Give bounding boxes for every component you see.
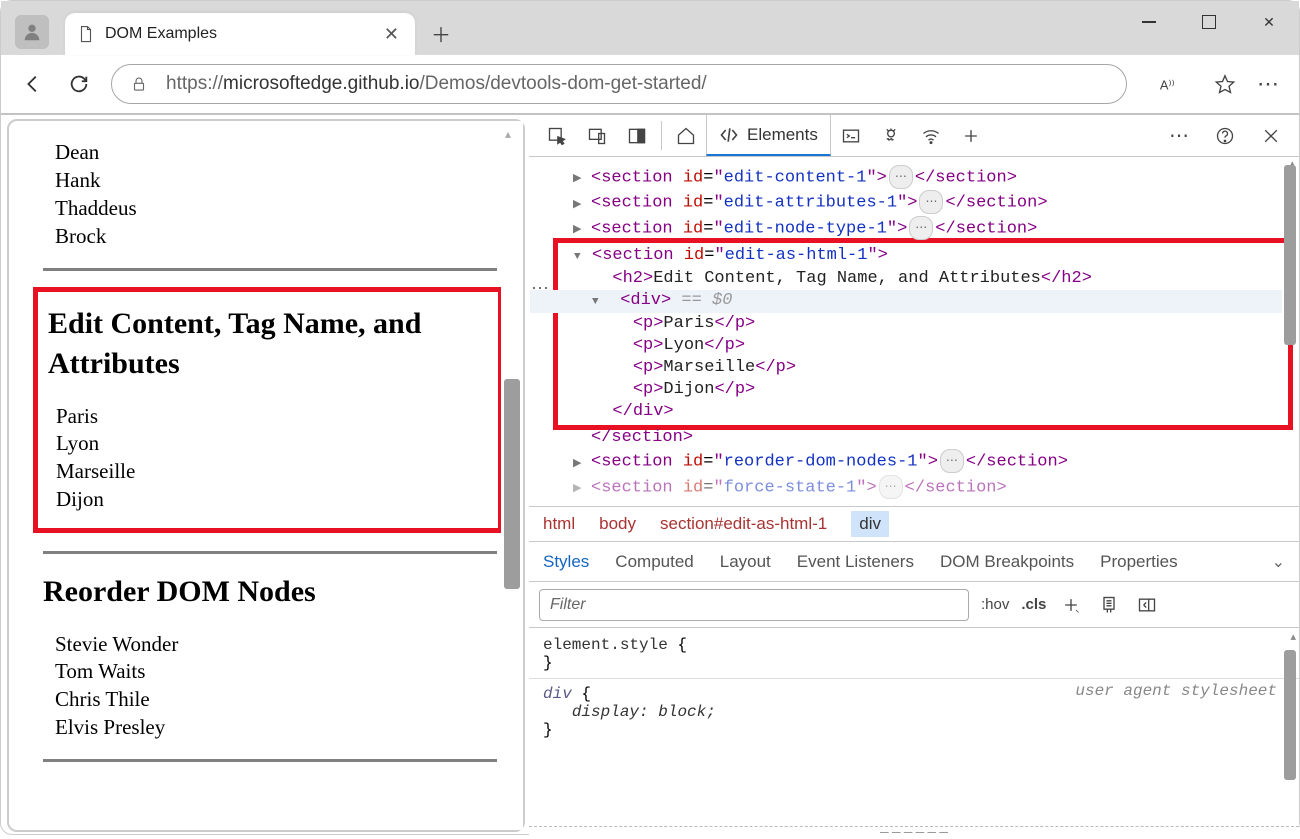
tab-properties[interactable]: Properties <box>1100 552 1177 572</box>
divider <box>43 759 497 762</box>
dom-node[interactable]: <h2>Edit Content, Tag Name, and Attribut… <box>574 268 1288 290</box>
page-icon <box>77 25 95 43</box>
list-item: Thaddeus <box>43 195 497 222</box>
address-bar: https://microsoftedge.github.io/Demos/de… <box>1 55 1299 115</box>
dom-node[interactable]: </section> <box>573 427 1299 449</box>
list-item: Dijon <box>44 486 492 513</box>
list-item: Chris Thile <box>43 686 497 713</box>
sources-tab-icon[interactable] <box>871 115 911 156</box>
section-heading: Edit Content, Tag Name, and Attributes <box>48 304 492 385</box>
close-window-button[interactable]: ✕ <box>1239 1 1299 43</box>
list-item: Elvis Presley <box>43 714 497 741</box>
section-heading: Reorder DOM Nodes <box>43 572 497 613</box>
svg-text:A⁾⁾: A⁾⁾ <box>1160 78 1175 93</box>
dom-node[interactable]: <p>Dijon</p> <box>574 379 1288 401</box>
devtools-panel: Elements ⋯ <box>529 115 1299 836</box>
divider <box>43 268 497 271</box>
dom-node[interactable]: <section id="force-state-1">⋯</section> <box>573 475 1299 500</box>
row-menu-icon[interactable]: ⋯ <box>531 278 549 300</box>
dom-node[interactable]: <section id="reorder-dom-nodes-1">⋯</sec… <box>573 449 1299 474</box>
page-scrollbar[interactable]: ▴ <box>501 121 523 830</box>
computed-styles-button[interactable] <box>1096 595 1122 615</box>
toggle-sidebar-button[interactable] <box>1134 595 1160 615</box>
refresh-button[interactable] <box>65 70 93 98</box>
styles-pane[interactable]: element.style {} div { display: block;} … <box>529 628 1299 826</box>
dom-node[interactable]: <p>Lyon</p> <box>574 335 1288 357</box>
tab-title: DOM Examples <box>105 25 380 43</box>
styles-scrollbar[interactable]: ▴ <box>1281 628 1299 826</box>
list-item: Paris <box>44 403 492 430</box>
list-item: Tom Waits <box>43 658 497 685</box>
divider <box>43 551 497 554</box>
close-devtools-button[interactable] <box>1251 126 1291 146</box>
elements-tab-label: Elements <box>747 125 818 145</box>
browser-menu-button[interactable]: ⋯ <box>1257 71 1281 97</box>
list-item: Stevie Wonder <box>43 631 497 658</box>
devtools-menu-button[interactable]: ⋯ <box>1159 123 1199 148</box>
chevron-down-icon[interactable]: ⌄ <box>1272 552 1285 572</box>
list-item: Hank <box>43 167 497 194</box>
window-controls: ✕ <box>1119 1 1299 43</box>
dock-button[interactable] <box>617 115 657 156</box>
ua-stylesheet-label: user agent stylesheet <box>1075 682 1277 700</box>
hov-toggle[interactable]: :hov <box>981 596 1009 613</box>
dom-node[interactable]: <section id="edit-as-html-1"> <box>574 245 1288 268</box>
more-tabs-button[interactable] <box>951 115 991 156</box>
lock-icon <box>130 75 148 93</box>
url-input[interactable]: https://microsoftedge.github.io/Demos/de… <box>111 64 1127 104</box>
list-item: Lyon <box>44 430 492 457</box>
maximize-button[interactable] <box>1179 1 1239 43</box>
list-item: Dean <box>43 139 497 166</box>
breadcrumb-item[interactable]: body <box>599 514 636 534</box>
help-button[interactable] <box>1205 126 1245 146</box>
highlighted-dom-section: <section id="edit-as-html-1"> <h2>Edit C… <box>553 238 1293 430</box>
device-toggle-button[interactable] <box>577 115 617 156</box>
read-aloud-button[interactable]: A⁾⁾ <box>1155 70 1183 98</box>
list-item: Marseille <box>44 458 492 485</box>
browser-titlebar: DOM Examples ✕ ＋ ✕ <box>1 1 1299 55</box>
minimize-button[interactable] <box>1119 1 1179 43</box>
dom-tree[interactable]: ⋯ <section id="edit-content-1">⋯</sectio… <box>529 157 1299 506</box>
dom-scrollbar[interactable]: ▴ <box>1281 157 1299 506</box>
dom-node-selected[interactable]: <div> == $0 <box>530 290 1282 313</box>
profile-button[interactable] <box>15 15 49 49</box>
tab-dom-breakpoints[interactable]: DOM Breakpoints <box>940 552 1074 572</box>
back-button[interactable] <box>19 70 47 98</box>
url-scheme: https:// <box>166 73 223 95</box>
dom-node[interactable]: <section id="edit-content-1">⋯</section> <box>573 165 1299 190</box>
close-tab-icon[interactable]: ✕ <box>380 20 403 49</box>
list-item: Brock <box>43 223 497 250</box>
inspect-element-button[interactable] <box>537 115 577 156</box>
browser-tab[interactable]: DOM Examples ✕ <box>65 13 415 55</box>
console-tab-icon[interactable] <box>831 115 871 156</box>
styles-filter-input[interactable]: Filter <box>539 589 969 621</box>
cls-toggle[interactable]: .cls <box>1021 596 1046 613</box>
breadcrumb-item[interactable]: section#edit-as-html-1 <box>660 514 827 534</box>
favorite-button[interactable] <box>1211 70 1239 98</box>
page-viewport: Dean Hank Thaddeus Brock Edit Content, T… <box>7 119 525 832</box>
breadcrumb-item-selected[interactable]: div <box>851 511 889 537</box>
dom-breadcrumb[interactable]: html body section#edit-as-html-1 div <box>529 506 1299 542</box>
highlighted-section: Edit Content, Tag Name, and Attributes P… <box>33 287 503 534</box>
styles-tabs: Styles Computed Layout Event Listeners D… <box>529 542 1299 582</box>
dom-node[interactable]: <p>Paris</p> <box>574 313 1288 335</box>
tab-event-listeners[interactable]: Event Listeners <box>797 552 914 572</box>
styles-toolbar: Filter :hov .cls <box>529 582 1299 628</box>
tab-styles[interactable]: Styles <box>543 552 589 572</box>
new-style-rule-button[interactable] <box>1058 595 1084 615</box>
url-host: microsoftedge.github.io <box>223 73 419 95</box>
new-tab-button[interactable]: ＋ <box>421 13 461 53</box>
dom-node[interactable]: </div> <box>574 401 1288 423</box>
network-tab-icon[interactable] <box>911 115 951 156</box>
tab-layout[interactable]: Layout <box>720 552 771 572</box>
tab-computed[interactable]: Computed <box>615 552 693 572</box>
dom-node[interactable]: <section id="edit-attributes-1">⋯</secti… <box>573 190 1299 215</box>
dom-node[interactable]: <p>Marseille</p> <box>574 357 1288 379</box>
breadcrumb-item[interactable]: html <box>543 514 575 534</box>
elements-tab[interactable]: Elements <box>706 115 831 156</box>
devtools-toolbar: Elements ⋯ <box>529 115 1299 157</box>
welcome-tab[interactable] <box>666 115 706 156</box>
url-path: /Demos/devtools-dom-get-started/ <box>419 73 706 95</box>
